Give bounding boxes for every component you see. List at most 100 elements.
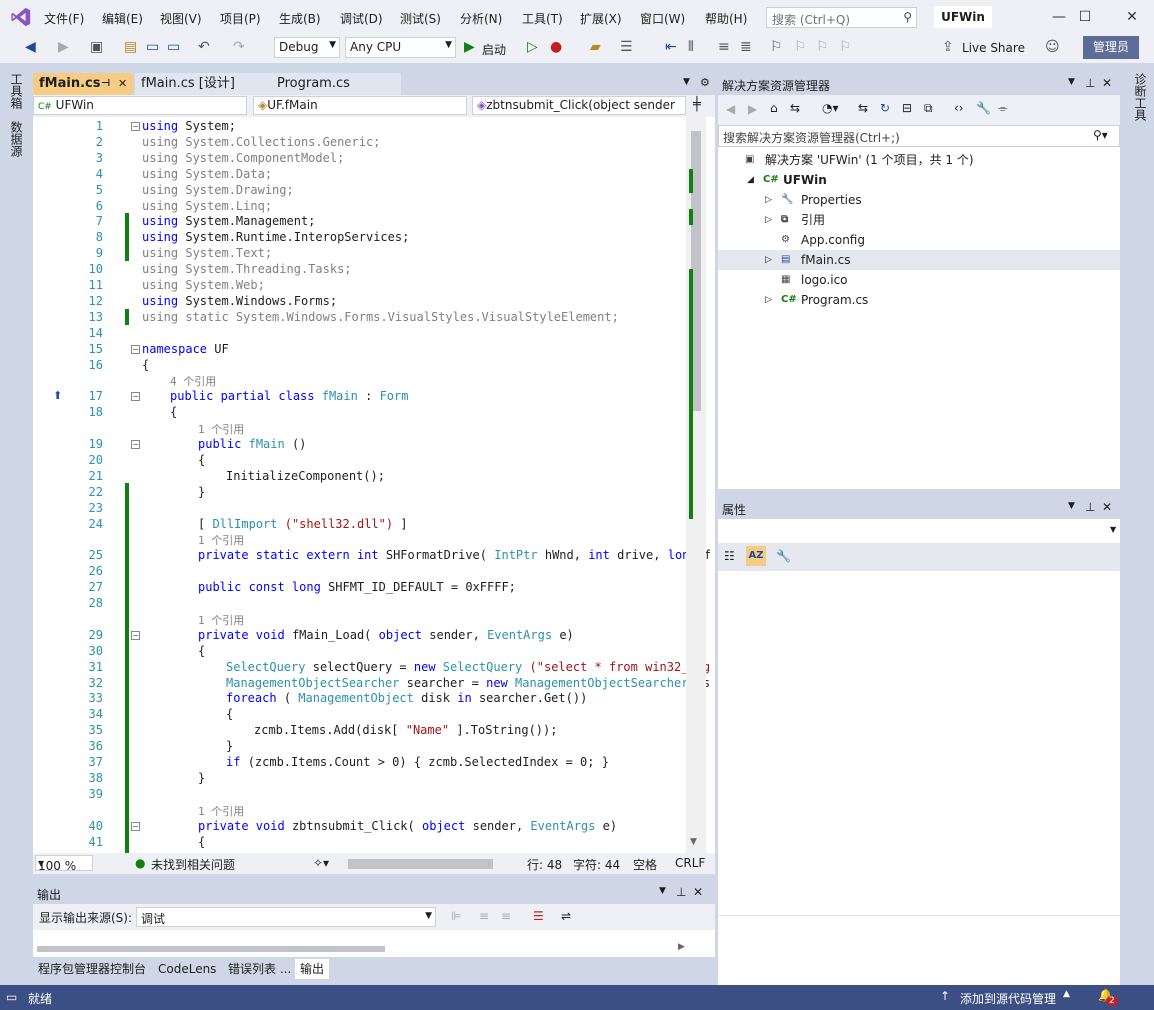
toolbox-tab[interactable]: 工具箱 bbox=[8, 73, 25, 109]
member-nav-select[interactable]: ◈zbtnsubmit_Click(object sender bbox=[472, 96, 686, 115]
horizontal-scrollbar[interactable] bbox=[348, 859, 493, 869]
go-to-icon[interactable]: ⊫ bbox=[451, 909, 461, 923]
menu-item[interactable]: 工具(T) bbox=[522, 10, 563, 27]
collapse-icon[interactable]: − bbox=[131, 392, 140, 402]
collapse-icon[interactable]: − bbox=[131, 630, 140, 640]
prev-message-icon[interactable]: ≡ bbox=[479, 909, 489, 923]
bottom-tab[interactable]: 程序包管理器控制台 bbox=[33, 959, 152, 979]
forward-icon[interactable]: ▶ bbox=[748, 102, 757, 116]
outdent-icon[interactable]: ≣ bbox=[740, 39, 752, 55]
align-icon[interactable]: ⫴ bbox=[688, 39, 694, 55]
collapse-icon[interactable]: − bbox=[131, 344, 140, 354]
menu-item[interactable]: 测试(S) bbox=[400, 10, 441, 27]
source-control-button[interactable]: 添加到源代码管理 bbox=[960, 990, 1056, 1007]
back-icon[interactable]: ◀ bbox=[25, 39, 36, 55]
menu-item[interactable]: 分析(N) bbox=[460, 10, 502, 27]
tab-fmain-designer[interactable]: fMain.cs [设计] bbox=[135, 73, 271, 95]
tree-item[interactable]: ▷ ⧉ 引用 bbox=[718, 210, 1120, 230]
clear-all-icon[interactable]: ☰ bbox=[533, 909, 544, 923]
close-icon[interactable]: ✕ bbox=[1102, 76, 1112, 90]
show-all-files-icon[interactable]: ⧉ bbox=[924, 101, 933, 116]
menu-item[interactable]: 编辑(E) bbox=[102, 10, 143, 27]
line-ending[interactable]: CRLF bbox=[675, 856, 705, 870]
expand-arrow-icon[interactable]: ▷ bbox=[765, 250, 772, 270]
prev-bookmark-icon[interactable]: ⚐ bbox=[794, 39, 807, 55]
close-icon[interactable]: ✕ bbox=[1117, 6, 1147, 28]
preview-icon[interactable]: ⌯ bbox=[998, 101, 1008, 116]
switch-views-icon[interactable]: ⇆ bbox=[790, 101, 800, 115]
hot-reload-icon[interactable]: ● bbox=[550, 39, 562, 55]
line-number[interactable]: 行: 48 bbox=[527, 856, 562, 873]
save-icon[interactable]: ▭ bbox=[146, 39, 159, 55]
tree-item[interactable]: ▷ ▤ fMain.cs bbox=[718, 250, 1120, 270]
live-share-button[interactable]: Live Share bbox=[962, 41, 1025, 55]
search-input[interactable]: 搜索 (Ctrl+Q) ⚲ bbox=[766, 7, 917, 28]
properties-wrench-icon[interactable]: 🔧 bbox=[976, 101, 991, 115]
menu-item[interactable]: 帮助(H) bbox=[705, 10, 747, 27]
tree-item[interactable]: ◢ C# UFWin bbox=[718, 170, 1120, 190]
menu-item[interactable]: 扩展(X) bbox=[580, 10, 622, 27]
indent-icon[interactable]: ≡ bbox=[718, 39, 730, 55]
pin-icon[interactable]: ⊣ bbox=[101, 73, 110, 95]
settings-gear-icon[interactable]: ⚙ bbox=[700, 76, 710, 89]
close-icon[interactable]: ✕ bbox=[1102, 500, 1112, 514]
expand-arrow-icon[interactable]: ▷ bbox=[765, 290, 772, 310]
maximize-icon[interactable]: ☐ bbox=[1070, 6, 1100, 28]
char-number[interactable]: 字符: 44 bbox=[573, 856, 620, 873]
panel-dropdown-icon[interactable]: ▼ bbox=[1068, 77, 1075, 87]
layout-icon[interactable]: ☰ bbox=[620, 39, 633, 55]
tab-dropdown-icon[interactable]: ▼ bbox=[683, 77, 690, 87]
undo-icon[interactable]: ↶ bbox=[198, 39, 210, 55]
start-without-debugging-icon[interactable]: ▷ bbox=[527, 39, 538, 55]
close-icon[interactable]: ✕ bbox=[693, 885, 703, 899]
expand-arrow-icon[interactable]: ▷ bbox=[765, 210, 772, 230]
categorized-icon[interactable]: ☷ bbox=[724, 549, 735, 563]
tab-program-cs[interactable]: Program.cs bbox=[271, 73, 401, 95]
bottom-tab[interactable]: 错误列表 ... bbox=[223, 959, 297, 979]
issues-text[interactable]: 未找到相关问题 bbox=[151, 856, 235, 873]
folder-icon[interactable]: ▰ bbox=[590, 39, 601, 55]
menu-item[interactable]: 视图(V) bbox=[160, 10, 202, 27]
codelens-references[interactable]: 1 个引用 bbox=[198, 612, 244, 628]
codelens-references[interactable]: 1 个引用 bbox=[198, 421, 244, 437]
scroll-right-icon[interactable]: ▶ bbox=[678, 942, 685, 952]
start-icon[interactable]: ▶ bbox=[464, 39, 475, 55]
next-bookmark-icon[interactable]: ⚐ bbox=[816, 39, 829, 55]
collapse-icon[interactable]: − bbox=[131, 821, 140, 831]
tree-item[interactable]: ▦ logo.ico bbox=[718, 270, 1120, 290]
sync-icon[interactable]: ⇆ bbox=[858, 101, 868, 115]
search-icon[interactable]: ⚲▾ bbox=[1093, 128, 1108, 142]
live-share-icon[interactable]: ⇪ bbox=[942, 39, 954, 55]
pending-changes-icon[interactable]: ◔▾ bbox=[822, 101, 839, 115]
scroll-down-icon[interactable]: ▼ bbox=[690, 837, 697, 847]
menu-item[interactable]: 文件(F) bbox=[44, 10, 84, 27]
zoom-select[interactable]: 100 % ▾ bbox=[35, 855, 93, 873]
bookmark-icon[interactable]: ⚐ bbox=[770, 39, 783, 55]
new-project-icon[interactable]: ▣ bbox=[90, 39, 103, 55]
panel-dropdown-icon[interactable]: ▼ bbox=[659, 886, 666, 896]
output-text-area[interactable]: ▶ bbox=[33, 930, 715, 957]
tab-fmain-cs[interactable]: fMain.cs ⊣ ✕ bbox=[33, 73, 133, 95]
platform-select[interactable]: Any CPU ▼ bbox=[345, 37, 456, 58]
expanded-arrow-icon[interactable]: ◢ bbox=[747, 170, 754, 190]
view-code-icon[interactable]: ‹› bbox=[954, 101, 964, 115]
configuration-select[interactable]: Debug ▼ bbox=[274, 37, 340, 58]
menu-item[interactable]: 调试(D) bbox=[340, 10, 383, 27]
output-h-scroll-thumb[interactable] bbox=[37, 946, 385, 952]
output-source-select[interactable]: 调试 ▼ bbox=[136, 907, 436, 927]
redo-icon[interactable]: ↷ bbox=[233, 39, 245, 55]
diagnostic-tools-tab[interactable]: 诊断工具 bbox=[1132, 73, 1149, 121]
word-wrap-icon[interactable]: ⇌ bbox=[561, 909, 571, 923]
code-editor[interactable]: ⬆ 1− using System; 2 using System.Collectio… bbox=[33, 117, 715, 853]
menu-item[interactable]: 生成(B) bbox=[279, 10, 321, 27]
collapse-all-icon[interactable]: ⊟ bbox=[902, 101, 912, 115]
start-button[interactable]: 启动 bbox=[482, 41, 506, 58]
collapse-icon[interactable]: − bbox=[131, 122, 140, 131]
split-icon[interactable]: ╪ bbox=[693, 97, 701, 112]
tree-item[interactable]: ▷ 🔧 Properties bbox=[718, 190, 1120, 210]
whitespace-mode[interactable]: 空格 bbox=[633, 856, 657, 873]
feedback-icon[interactable]: ☺ bbox=[1045, 39, 1060, 55]
solution-search-input[interactable]: 搜索解决方案资源管理器(Ctrl+;) ⚲▾ bbox=[718, 125, 1120, 147]
refresh-icon[interactable]: ↻ bbox=[880, 101, 890, 115]
pin-icon[interactable]: ⊥ bbox=[676, 885, 686, 899]
